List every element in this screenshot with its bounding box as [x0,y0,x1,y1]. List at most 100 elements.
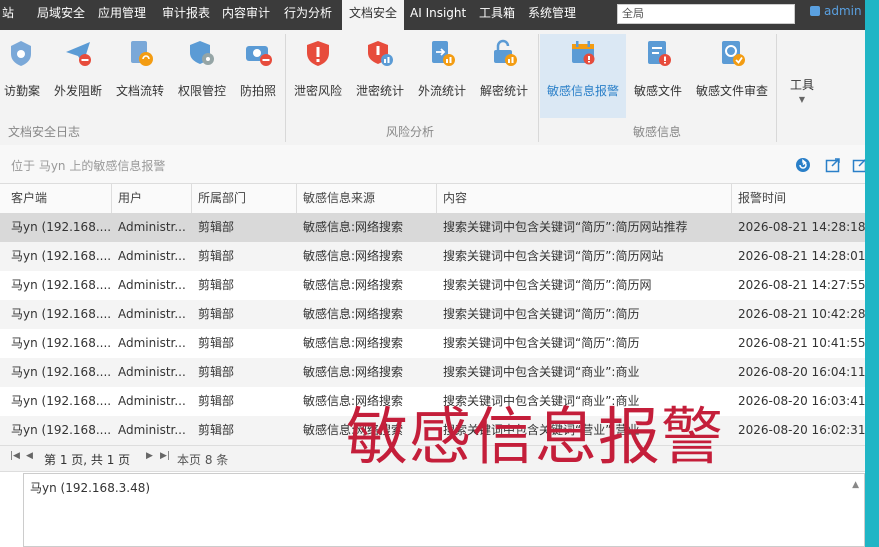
last-page-icon[interactable]: ▶| [160,451,170,461]
ribbon-button-doc-flow[interactable]: 文档流转 [112,34,168,118]
ribbon-button-sensitive-file[interactable]: 敏感文件 [630,34,686,118]
tools-dropdown-icon [792,38,812,68]
prev-page-icon[interactable]: ◀ [26,451,33,461]
cell-source: 敏感信息:网络搜索 [303,249,404,263]
cell-client: 马yn (192.168.... [11,365,112,379]
cell-content: 搜索关键词中包含关键词“简历”:简历网站推荐 [443,220,688,234]
page-indicator: 第 1 页, 共 1 页 [44,453,131,467]
cell-alert-time: 2026-08-21 10:41:55 [738,336,865,350]
column-header-user[interactable]: 用户 [112,184,192,213]
group-label-risk-analysis: 风险分析 [386,125,435,139]
cell-source: 敏感信息:网络搜索 [303,278,404,292]
cell-client: 马yn (192.168.... [11,220,112,234]
menu-item-behavior-analysis[interactable]: 行为分析 [284,0,332,30]
top-menubar: 站 局域安全 应用管理 审计报表 内容审计 行为分析 文档安全 AI Insig… [0,0,865,30]
leak-stats-icon [368,41,393,66]
ribbon-button-decrypt-stats[interactable]: 解密统计 [476,34,532,118]
ribbon-label: 外流统计 [417,84,466,98]
next-page-icon[interactable]: ▶ [146,451,153,461]
cell-user: Administr... [118,336,186,350]
cell-department: 剪辑部 [198,336,235,350]
detail-panel: 马yn (192.168.3.48) ▲ [23,473,865,547]
cell-client: 马yn (192.168.... [11,336,112,350]
cell-alert-time: 2026-08-20 16:03:41 [738,394,865,408]
column-header-client[interactable]: 客户端 [5,184,112,213]
cell-source: 敏感信息:网络搜索 [303,307,404,321]
cell-alert-time: 2026-08-20 16:04:11 [738,365,865,379]
table-row[interactable]: 马yn (192.168.... Administr... 剪辑部 敏感信息:网络搜索… [0,213,865,242]
menu-item-lan-security[interactable]: 局域安全 [37,0,85,30]
ribbon-button-tools[interactable]: 工具 ▼ [784,34,820,118]
column-header-department[interactable]: 所属部门 [192,184,297,213]
detail-client-text: 马yn (192.168.3.48) [30,481,151,495]
shield-settings-icon [11,41,31,66]
cell-department: 剪辑部 [198,249,235,263]
cell-department: 剪辑部 [198,365,235,379]
cell-user: Administr... [118,278,186,292]
open-external-icon[interactable] [852,157,865,173]
cell-alert-time: 2026-08-20 16:02:31 [738,423,865,437]
menu-item-partial[interactable]: 站 [0,0,30,30]
user-icon [810,6,820,16]
document-flow-icon [131,41,153,66]
frame-border [865,0,879,547]
menu-item-toolbox[interactable]: 工具箱 [479,0,515,30]
cell-alert-time: 2026-08-21 14:28:01 [738,249,865,263]
ribbon-label: 访勤案 [3,84,40,98]
ribbon-label: 泄密统计 [355,84,404,98]
menu-item-audit-report[interactable]: 审计报表 [162,0,210,30]
menu-item-doc-security[interactable]: 文档安全 [342,0,404,30]
leak-risk-icon [307,41,329,66]
cell-source: 敏感信息:网络搜索 [303,220,404,234]
ribbon-button-send-block[interactable]: 外发阻断 [50,34,106,118]
ribbon-button-anti-photo[interactable]: 防拍照 [236,34,280,118]
menu-item-content-audit[interactable]: 内容审计 [222,0,270,30]
ribbon-button-permission[interactable]: 权限管控 [174,34,230,118]
ribbon-label: 敏感信息报警 [546,84,619,98]
menu-item-system-management[interactable]: 系统管理 [528,0,576,30]
group-divider [285,34,286,142]
ribbon-button-access[interactable]: 访勤案 [0,34,44,118]
menu-item-ai-insight[interactable]: AI Insight [410,0,466,30]
column-header-source[interactable]: 敏感信息来源 [297,184,437,213]
group-divider [538,34,539,142]
cell-client: 马yn (192.168.... [11,307,112,321]
table-row[interactable]: 马yn (192.168.... Administr... 剪辑部 敏感信息:网络搜索… [0,242,865,271]
cell-client: 马yn (192.168.... [11,394,112,408]
table-row[interactable]: 马yn (192.168.... Administr... 剪辑部 敏感信息:网络搜索… [0,329,865,358]
cell-alert-time: 2026-08-21 14:27:55 [738,278,865,292]
export-icon[interactable] [825,157,841,173]
overlay-title: 敏感信息报警 [346,400,725,473]
table-row[interactable]: 马yn (192.168.... Administr... 剪辑部 敏感信息:网络搜索… [0,271,865,300]
ribbon-label: 文档流转 [115,84,164,98]
cell-department: 剪辑部 [198,394,235,408]
column-header-content[interactable]: 内容 [437,184,732,213]
ribbon-button-sensitive-review[interactable]: 敏感文件审查 [692,34,772,118]
cell-user: Administr... [118,220,186,234]
cell-content: 搜索关键词中包含关键词“简历”:简历 [443,307,640,321]
refresh-icon[interactable] [795,157,811,173]
ribbon-button-leak-stats[interactable]: 泄密统计 [352,34,408,118]
send-block-icon [66,42,91,66]
ribbon-toolbar: 访勤案 外发阻断 文档流转 权限管控 防拍照 文档安全日志 泄密风险 泄密统计 … [0,30,865,146]
table-row[interactable]: 马yn (192.168.... Administr... 剪辑部 敏感信息:网络搜索… [0,358,865,387]
table-header: 客户端 用户 所属部门 敏感信息来源 内容 报警时间 [0,184,865,214]
chevron-up-icon[interactable]: ▲ [852,480,859,490]
ribbon-button-leak-risk[interactable]: 泄密风险 [290,34,346,118]
ribbon-label: 外发阻断 [53,84,102,98]
cell-client: 马yn (192.168.... [11,423,112,437]
user-menu[interactable]: admin [810,4,862,18]
cell-client: 马yn (192.168.... [11,249,112,263]
cell-department: 剪辑部 [198,423,235,437]
breadcrumb: 位于 马yn 上的敏感信息报警 [11,159,166,173]
sensitive-file-icon [648,41,671,66]
first-page-icon[interactable]: |◀ [10,451,20,461]
global-search-input[interactable]: 全局 [617,4,795,24]
sensitive-review-icon [722,41,745,66]
column-header-alert-time[interactable]: 报警时间 [732,184,865,213]
table-row[interactable]: 马yn (192.168.... Administr... 剪辑部 敏感信息:网络搜索… [0,300,865,329]
cell-client: 马yn (192.168.... [11,278,112,292]
menu-item-app-management[interactable]: 应用管理 [98,0,146,30]
ribbon-button-outflow-stats[interactable]: 外流统计 [414,34,470,118]
ribbon-button-sensitive-alert[interactable]: 敏感信息报警 [540,34,626,118]
